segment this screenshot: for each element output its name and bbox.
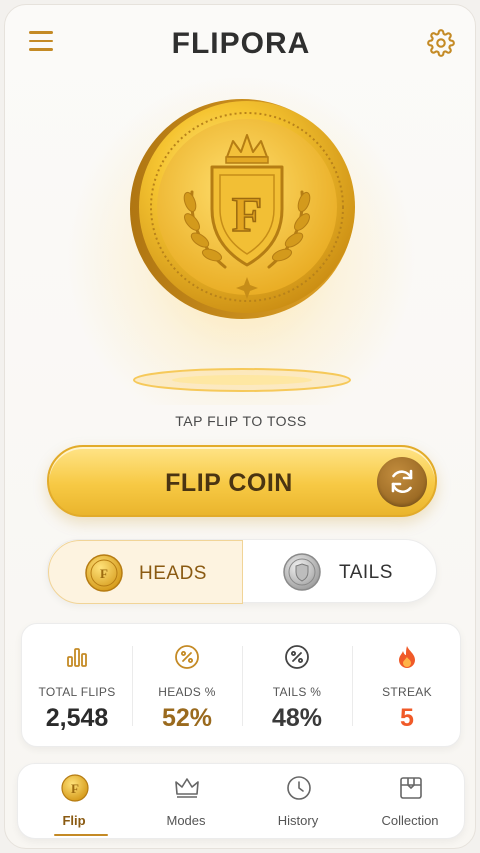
stat-total-flips: TOTAL FLIPS 2,548 (22, 624, 132, 748)
header: FLIPORA (5, 5, 475, 85)
side-selector: F HEADS TAILS (47, 539, 438, 604)
clock-icon (287, 776, 311, 800)
gear-icon (427, 29, 455, 57)
box-icon (400, 777, 422, 799)
nav-label: Modes (166, 813, 206, 828)
flame-icon (399, 646, 415, 668)
gold-coin-icon: F (85, 554, 123, 592)
coin-emblem-icon: F (130, 99, 355, 319)
nav-item-collection[interactable]: Collection (354, 764, 466, 840)
coin-icon: F (61, 774, 89, 802)
bar-chart-icon (67, 648, 87, 667)
app-title: FLIPORA (171, 27, 311, 60)
percent-icon (175, 645, 199, 669)
nav-item-history[interactable]: History (242, 764, 354, 840)
refresh-badge (377, 457, 427, 507)
tap-hint: TAP FLIP TO TOSS (175, 413, 307, 429)
crown-icon (175, 778, 199, 798)
tails-option[interactable]: TAILS (243, 540, 438, 604)
stat-tails-percent: TAILS % 48% (242, 624, 352, 748)
nav-label: Flip (62, 813, 86, 828)
svg-text:F: F (71, 781, 79, 796)
stat-label: HEADS % (158, 685, 216, 699)
coin-letter: F (232, 186, 263, 242)
nav-label: History (277, 813, 319, 828)
nav-label: Collection (381, 813, 439, 828)
app-screen: FLIPORA F TAP FLIP TO TOSS FLIP COIN F H… (4, 4, 476, 849)
nav-item-modes[interactable]: Modes (130, 764, 242, 840)
flip-coin-label: FLIP COIN (165, 469, 293, 497)
coin-pedestal (131, 365, 353, 395)
refresh-icon (391, 469, 413, 493)
flip-coin-button[interactable]: FLIP COIN (47, 445, 437, 517)
stats-panel: TOTAL FLIPS 2,548 HEADS % 52% TAILS % 48 (21, 623, 461, 747)
active-indicator (54, 834, 108, 836)
percent-icon (285, 645, 309, 669)
stat-label: TAILS % (272, 685, 322, 699)
stat-value: 5 (400, 704, 414, 732)
tails-label: TAILS (339, 562, 393, 583)
stat-label: TOTAL FLIPS (38, 685, 116, 699)
heads-option[interactable]: F HEADS (48, 540, 243, 604)
stat-value: 52% (161, 704, 213, 732)
stat-value: 48% (271, 704, 323, 732)
stat-heads-percent: HEADS % 52% (132, 624, 242, 748)
svg-text:F: F (100, 566, 108, 581)
silver-coin-icon (283, 553, 321, 591)
stat-streak: STREAK 5 (352, 624, 462, 748)
settings-button[interactable] (427, 29, 455, 57)
bottom-nav: F Flip Modes History Collection (17, 763, 465, 839)
stat-label: STREAK (382, 685, 432, 699)
heads-label: HEADS (139, 563, 207, 584)
stat-value: 2,548 (45, 704, 109, 732)
coin[interactable]: F (130, 97, 360, 322)
nav-item-flip[interactable]: F Flip (18, 764, 130, 840)
